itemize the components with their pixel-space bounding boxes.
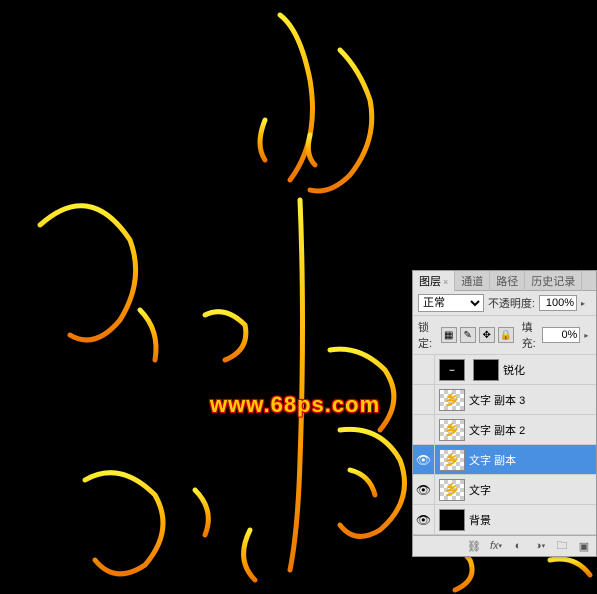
fill-input[interactable] <box>542 327 580 343</box>
tab-paths[interactable]: 路径 <box>490 271 525 291</box>
layer-thumbnail[interactable] <box>439 509 465 531</box>
eye-icon: 👁 <box>416 513 431 527</box>
new-group-icon[interactable]: 🗀 <box>554 539 570 553</box>
panel-bottom-toolbar: ⛓ fx▾ ◐ ◑▾ 🗀 ▣ <box>413 535 596 556</box>
watermark-text: www.68ps.com <box>210 392 380 418</box>
layer-row[interactable]: 👁 乡 文字 <box>413 475 596 505</box>
tab-history[interactable]: 历史记录 <box>525 271 582 291</box>
tab-layers[interactable]: 图层× <box>413 271 455 291</box>
layer-name[interactable]: 背景 <box>469 512 596 528</box>
panel-tabs: 图层× 通道 路径 历史记录 <box>413 271 596 291</box>
visibility-toggle[interactable]: 👁 <box>413 445 435 475</box>
visibility-toggle[interactable]: 👁 <box>413 475 435 505</box>
layer-row[interactable]: ⎯ 锐化 <box>413 355 596 385</box>
layer-row[interactable]: 乡 文字 副本 3 <box>413 385 596 415</box>
layer-row[interactable]: 👁 乡 文字 副本 <box>413 445 596 475</box>
visibility-toggle[interactable]: 👁 <box>413 505 435 535</box>
visibility-toggle[interactable] <box>413 355 435 385</box>
layer-name[interactable]: 文字 副本 3 <box>469 392 596 408</box>
eye-icon: 👁 <box>416 483 431 497</box>
layer-list: ⎯ 锐化 乡 文字 副本 3 乡 文字 副本 2 👁 乡 文字 副本 👁 乡 文… <box>413 355 596 535</box>
opacity-label: 不透明度: <box>488 295 535 311</box>
layer-name[interactable]: 文字 副本 2 <box>469 422 596 438</box>
adjustment-layer-icon[interactable]: ◑▾ <box>532 539 548 553</box>
lock-transparency-icon[interactable]: ▦ <box>441 327 457 343</box>
opacity-input[interactable] <box>539 295 577 311</box>
layer-thumbnail[interactable]: 乡 <box>439 419 465 441</box>
link-layers-icon[interactable]: ⛓ <box>466 539 482 553</box>
fill-label: 填充: <box>522 319 539 351</box>
layer-thumbnail[interactable]: 乡 <box>439 449 465 471</box>
lock-icons-group: ▦ ✎ ✥ 🔒 <box>441 327 514 343</box>
lock-label: 锁定: <box>418 319 435 351</box>
lock-position-icon[interactable]: ✥ <box>479 327 495 343</box>
opacity-arrow-icon[interactable]: ▸ <box>581 299 591 308</box>
eye-icon: 👁 <box>416 453 431 467</box>
tab-channels[interactable]: 通道 <box>455 271 490 291</box>
lock-all-icon[interactable]: 🔒 <box>498 327 514 343</box>
layer-thumbnail[interactable]: 乡 <box>439 479 465 501</box>
blend-opacity-row: 正常 不透明度: ▸ <box>413 291 596 316</box>
layer-mask-thumbnail[interactable] <box>473 359 499 381</box>
layer-name[interactable]: 锐化 <box>503 362 596 378</box>
lock-fill-row: 锁定: ▦ ✎ ✥ 🔒 填充: ▸ <box>413 316 596 355</box>
layer-thumbnail[interactable]: ⎯ <box>439 359 465 381</box>
fill-arrow-icon[interactable]: ▸ <box>584 331 591 340</box>
layer-row[interactable]: 👁 背景 <box>413 505 596 535</box>
layer-fx-icon[interactable]: fx▾ <box>488 539 504 553</box>
visibility-toggle[interactable] <box>413 385 435 415</box>
new-layer-icon[interactable]: ▣ <box>576 539 592 553</box>
layer-name[interactable]: 文字 副本 <box>469 452 596 468</box>
layers-panel: 图层× 通道 路径 历史记录 正常 不透明度: ▸ 锁定: ▦ ✎ ✥ 🔒 填充… <box>412 270 597 557</box>
blend-mode-select[interactable]: 正常 <box>418 294 484 312</box>
layer-thumbnail[interactable]: 乡 <box>439 389 465 411</box>
layer-mask-icon[interactable]: ◐ <box>510 539 526 553</box>
layer-row[interactable]: 乡 文字 副本 2 <box>413 415 596 445</box>
lock-paint-icon[interactable]: ✎ <box>460 327 476 343</box>
visibility-toggle[interactable] <box>413 415 435 445</box>
layer-name[interactable]: 文字 <box>469 482 596 498</box>
